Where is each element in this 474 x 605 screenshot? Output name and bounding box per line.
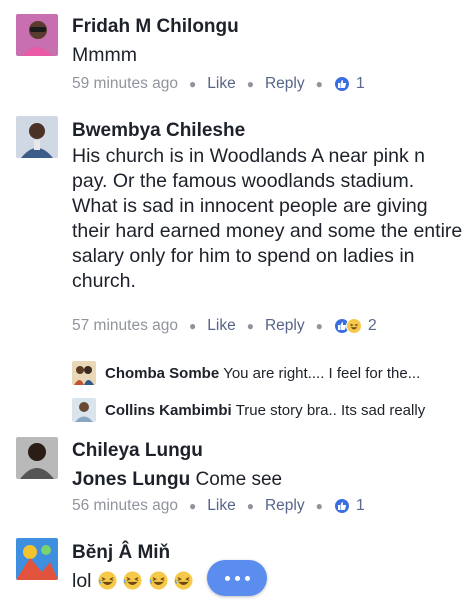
like-button[interactable]: Like — [207, 497, 235, 515]
separator-dot: ● — [189, 77, 197, 91]
more-options-icon — [234, 575, 240, 581]
comment-text-line: Jones Lungu Come see — [72, 467, 464, 492]
more-options-icon — [244, 575, 250, 581]
reply-author[interactable]: Collins Kambimbi — [105, 402, 232, 419]
comment-text-line: lol — [72, 569, 464, 594]
reply-text: You are right.... I feel for the... — [223, 364, 421, 382]
avatar[interactable] — [16, 116, 58, 158]
reply-text: True story bra.. Its sad really — [235, 401, 426, 419]
reaction-count: 1 — [355, 75, 365, 92]
separator-dot: ● — [189, 319, 197, 333]
reactions-summary[interactable]: 2 — [333, 317, 377, 335]
separator-dot: ● — [315, 319, 323, 333]
like-button[interactable]: Like — [207, 317, 235, 335]
haha-icon — [345, 318, 362, 334]
separator-dot: ● — [246, 499, 254, 513]
comment-text: His church is in Woodlands A near pink n… — [72, 145, 463, 292]
like-icon — [333, 76, 350, 92]
like-button[interactable]: Like — [207, 75, 235, 93]
reactions-summary[interactable]: 1 — [333, 75, 365, 93]
reaction-count: 2 — [367, 317, 377, 334]
comment-timestamp[interactable]: 56 minutes ago — [72, 497, 178, 515]
reply-button[interactable]: Reply — [265, 75, 305, 93]
comment-author[interactable]: Bĕnj Â Miň — [72, 542, 464, 564]
reply-author[interactable]: Chomba Sombe — [105, 365, 219, 382]
separator-dot: ● — [246, 77, 254, 91]
tagged-user[interactable]: Jones Lungu — [72, 469, 190, 490]
reply-item[interactable]: Chomba Sombe You are right.... I feel fo… — [72, 361, 472, 385]
laughing-emoji-icon — [97, 570, 193, 592]
more-options-button[interactable] — [207, 560, 267, 596]
avatar[interactable] — [16, 538, 58, 580]
more-options-icon — [224, 575, 230, 581]
separator-dot: ● — [315, 499, 323, 513]
comment-text: lol — [72, 570, 92, 592]
reply-item[interactable]: Collins Kambimbi True story bra.. Its sa… — [72, 398, 472, 422]
avatar[interactable] — [16, 14, 58, 56]
avatar[interactable] — [16, 437, 58, 479]
avatar[interactable] — [72, 398, 96, 422]
separator-dot: ● — [315, 77, 323, 91]
comment-timestamp[interactable]: 59 minutes ago — [72, 75, 178, 93]
comment-timestamp[interactable]: 57 minutes ago — [72, 317, 178, 335]
separator-dot: ● — [189, 499, 197, 513]
reply-button[interactable]: Reply — [265, 317, 305, 335]
comment-text: Come see — [195, 469, 283, 490]
comment-author[interactable]: Fridah M Chilongu — [72, 16, 464, 38]
comment-text: Mmmm — [72, 44, 137, 66]
like-icon — [333, 498, 350, 514]
comment-author[interactable]: Chileya Lungu — [72, 440, 464, 462]
reaction-count: 1 — [355, 497, 365, 514]
comment-author[interactable]: Bwembya Chileshe — [72, 120, 464, 142]
reactions-summary[interactable]: 1 — [333, 497, 365, 515]
separator-dot: ● — [246, 319, 254, 333]
avatar[interactable] — [72, 361, 96, 385]
reply-button[interactable]: Reply — [265, 497, 305, 515]
